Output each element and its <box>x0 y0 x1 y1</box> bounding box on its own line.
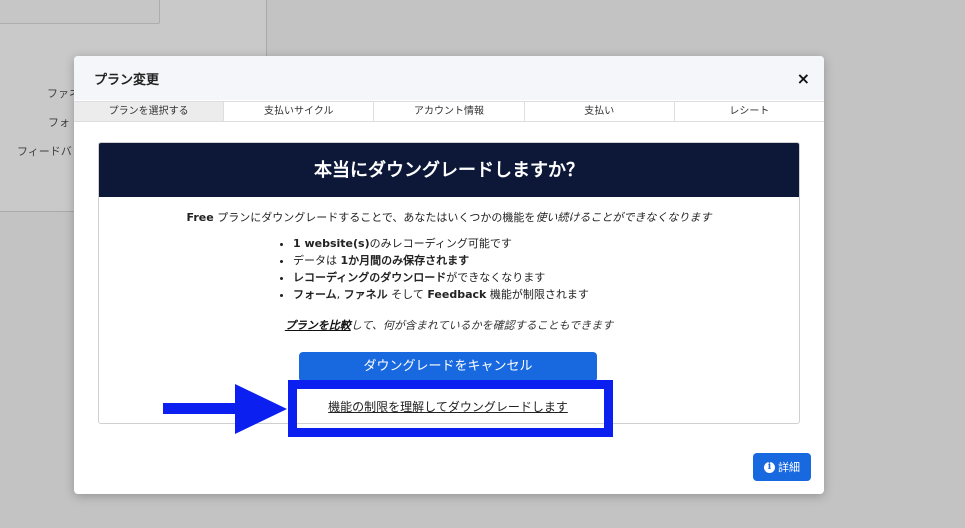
limitations-list: 1 website(s)のみレコーディング可能です データは 1か月間のみ保存さ… <box>279 235 589 303</box>
cancel-downgrade-button[interactable]: ダウングレードをキャンセル <box>299 352 597 382</box>
bullet-text: データは <box>293 254 341 267</box>
compare-text: プランを比較して、何が含まれているかを確認することもできます <box>99 317 799 333</box>
list-item: レコーディングのダウンロードができなくなります <box>293 269 589 286</box>
step-receipt[interactable]: レシート <box>673 102 824 121</box>
list-item: フォーム, ファネル そして Feedback 機能が制限されます <box>293 286 589 303</box>
bullet-text: そして <box>387 288 428 301</box>
step-tabs: プランを選択する 支払いサイクル アカウント情報 支払い レシート <box>74 101 824 122</box>
intro-emphasis: 使い続けることができなくなります <box>535 211 712 224</box>
bullet-bold: レコーディングのダウンロード <box>293 271 447 284</box>
highlight-box <box>288 380 613 437</box>
card-header: 本当にダウングレードしますか？ <box>99 143 799 197</box>
bg-menu-item-form: フォ <box>48 116 70 129</box>
intro-text: プランにダウングレードすることで、あなたはいくつかの機能を <box>213 211 536 224</box>
background-input <box>0 0 160 24</box>
bullet-bold: フォーム <box>293 288 337 301</box>
bullet-text: , <box>336 288 344 301</box>
modal-header: プラン変更 × <box>74 56 824 100</box>
list-item: データは 1か月間のみ保存されます <box>293 252 589 269</box>
step-billing-cycle[interactable]: 支払いサイクル <box>223 102 373 121</box>
bg-menu-item-feedback: フィードバッ <box>17 145 83 158</box>
modal-title: プラン変更 <box>94 73 160 88</box>
detail-label: 詳細 <box>778 461 800 474</box>
bullet-text: ができなくなります <box>446 271 546 284</box>
detail-button[interactable]: i 詳細 <box>753 453 811 481</box>
bullet-bold: Feedback <box>427 288 487 301</box>
info-icon: i <box>764 461 775 473</box>
bullet-bold: ファネル <box>343 288 388 301</box>
step-account-info[interactable]: アカウント情報 <box>373 102 523 121</box>
bullet-text: のみレコーディング可能です <box>369 237 512 250</box>
bullet-bold: 1 website(s) <box>293 237 370 250</box>
step-payment[interactable]: 支払い <box>523 102 674 121</box>
list-item: 1 website(s)のみレコーディング可能です <box>293 235 589 252</box>
compare-plans-link[interactable]: プランを比較 <box>285 319 351 332</box>
compare-rest: して、何が含まれているかを確認することもできます <box>350 319 614 332</box>
plan-name: Free <box>186 211 214 224</box>
bullet-bold: 1か月間のみ保存されます <box>340 254 470 267</box>
card-title: 本当にダウングレードしますか？ <box>314 160 584 181</box>
downgrade-intro: Free プランにダウングレードすることで、あなたはいくつかの機能を使い続けるこ… <box>99 209 799 225</box>
step-select-plan[interactable]: プランを選択する <box>74 102 224 121</box>
bullet-text: 機能が制限されます <box>486 288 589 301</box>
close-icon[interactable]: × <box>797 70 810 88</box>
annotation-arrow-icon <box>163 384 287 434</box>
